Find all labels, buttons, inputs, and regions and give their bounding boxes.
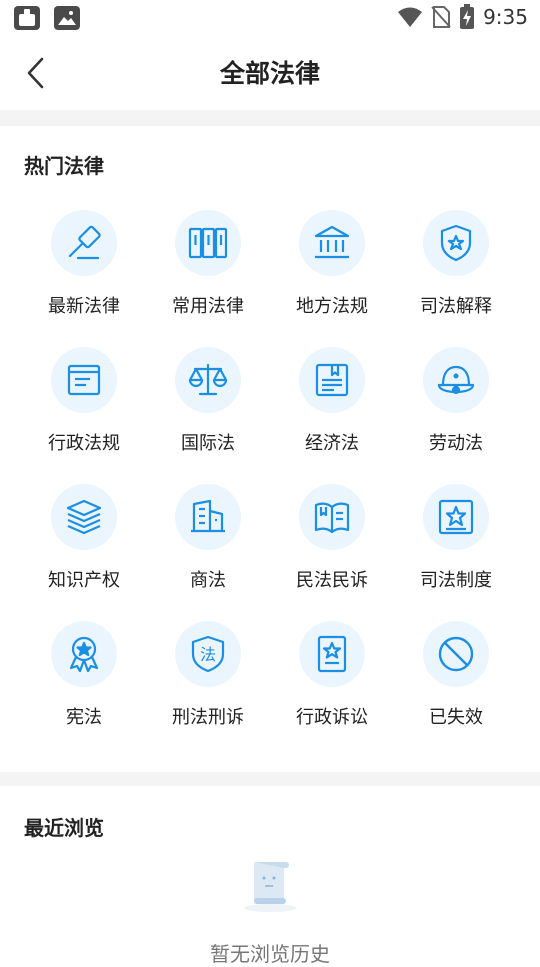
helmet-icon [423, 347, 489, 413]
medal-icon [51, 621, 117, 687]
status-time: 9:35 [483, 5, 528, 29]
law-item-intellectual-property[interactable]: 知识产权 [22, 484, 146, 592]
law-item-label: 经济法 [305, 433, 359, 454]
law-item-criminal[interactable]: 法 刑法刑诉 [146, 621, 270, 729]
gavel-icon [51, 210, 117, 276]
layers-icon [51, 484, 117, 550]
open-book-icon [299, 484, 365, 550]
image-notification-icon [54, 6, 80, 30]
law-shield-icon: 法 [175, 621, 241, 687]
law-item-invalidated[interactable]: 已失效 [394, 621, 518, 729]
law-item-label: 刑法刑诉 [172, 707, 244, 728]
law-item-judicial-system[interactable]: 司法制度 [394, 484, 518, 592]
law-item-label: 知识产权 [48, 570, 120, 591]
law-item-judicial-interpretation[interactable]: 司法解释 [394, 210, 518, 318]
law-item-label: 宪法 [66, 707, 102, 728]
building-icon [175, 484, 241, 550]
star-frame-icon [423, 484, 489, 550]
page-title: 全部法律 [219, 59, 320, 88]
law-item-label: 商法 [190, 570, 226, 591]
law-item-label: 国际法 [181, 433, 235, 454]
books-icon [175, 210, 241, 276]
law-item-label: 行政法规 [48, 433, 120, 454]
law-item-label: 司法制度 [420, 570, 492, 591]
document-icon [51, 347, 117, 413]
nav-bar: 全部法律 [0, 36, 540, 110]
law-item-label: 常用法律 [172, 296, 244, 317]
shield-star-icon [423, 210, 489, 276]
empty-state-text: 暂无浏览历史 [210, 942, 330, 966]
law-item-civil[interactable]: 民法民诉 [270, 484, 394, 592]
prohibited-icon [423, 621, 489, 687]
law-item-administrative-litigation[interactable]: 行政诉讼 [270, 621, 394, 729]
hot-laws-title: 热门法律 [24, 154, 104, 178]
law-item-label: 劳动法 [429, 433, 483, 454]
law-item-economic[interactable]: 经济法 [270, 347, 394, 455]
law-item-latest[interactable]: 最新法律 [22, 210, 146, 318]
law-item-constitution[interactable]: 宪法 [22, 621, 146, 729]
status-bar: 9:35 [0, 0, 540, 36]
law-item-label: 行政诉讼 [296, 707, 368, 728]
courthouse-icon [299, 210, 365, 276]
law-item-label: 地方法规 [296, 296, 368, 317]
certificate-icon [299, 621, 365, 687]
empty-scroll-icon [240, 858, 300, 914]
law-item-label: 已失效 [429, 707, 483, 728]
wifi-icon [398, 7, 423, 27]
law-item-international[interactable]: 国际法 [146, 347, 270, 455]
section-divider [0, 772, 540, 786]
law-item-label: 最新法律 [48, 296, 120, 317]
app-notification-icon [14, 6, 40, 30]
no-sim-icon [431, 6, 451, 28]
recent-title: 最近浏览 [24, 816, 104, 840]
law-item-label: 民法民诉 [296, 570, 368, 591]
law-item-commercial[interactable]: 商法 [146, 484, 270, 592]
law-item-administrative-regulations[interactable]: 行政法规 [22, 347, 146, 455]
law-item-labor[interactable]: 劳动法 [394, 347, 518, 455]
law-glyph: 法 [200, 645, 216, 664]
bookmarked-book-icon [299, 347, 365, 413]
scales-icon [175, 347, 241, 413]
law-item-common[interactable]: 常用法律 [146, 210, 270, 318]
law-item-local[interactable]: 地方法规 [270, 210, 394, 318]
battery-charging-icon [460, 4, 475, 29]
section-divider [0, 110, 540, 126]
law-item-label: 司法解释 [420, 296, 492, 317]
